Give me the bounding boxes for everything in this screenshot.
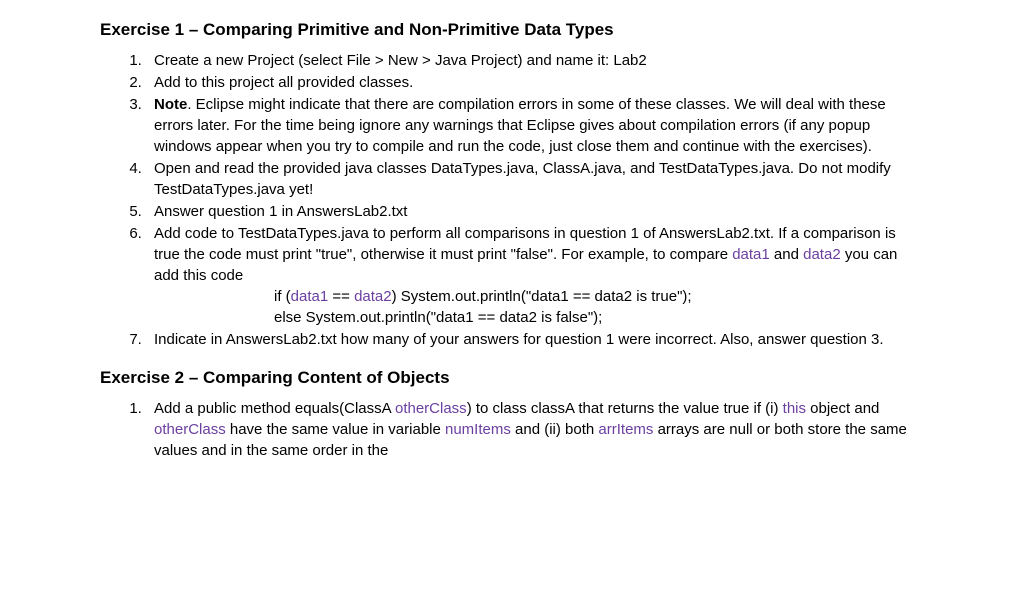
code-text: ) System.out.println("data1 == data2 is …	[392, 288, 692, 305]
list-item: Add code to TestDataTypes.java to perfor…	[146, 223, 924, 328]
code-variable: data1	[732, 246, 770, 263]
exercise1-heading: Exercise 1 – Comparing Primitive and Non…	[100, 18, 924, 42]
item6-text-b: and	[770, 246, 803, 263]
item-text: ) to class classA that returns the value…	[467, 400, 783, 417]
exercise2-list: Add a public method equals(ClassA otherC…	[146, 398, 924, 461]
item-text: object and	[806, 400, 879, 417]
list-item: Answer question 1 in AnswersLab2.txt	[146, 201, 924, 222]
exercise2-heading: Exercise 2 – Comparing Content of Object…	[100, 366, 924, 390]
exercise1-list: Create a new Project (select File > New …	[146, 50, 924, 350]
list-item: Note. Eclipse might indicate that there …	[146, 94, 924, 157]
code-variable: numItems	[445, 421, 511, 438]
note-text: . Eclipse might indicate that there are …	[154, 96, 886, 155]
code-line-2: else System.out.println("data1 == data2 …	[274, 307, 924, 328]
code-variable: data1	[291, 288, 329, 305]
code-variable: data2	[354, 288, 392, 305]
list-item: Add to this project all provided classes…	[146, 72, 924, 93]
code-variable: otherClass	[395, 400, 467, 417]
code-variable: otherClass	[154, 421, 226, 438]
item-text: have the same value in variable	[226, 421, 445, 438]
item-text: and (ii) both	[511, 421, 599, 438]
code-text: if (	[274, 288, 291, 305]
code-line-1: if (data1 == data2) System.out.println("…	[274, 286, 924, 307]
list-item: Indicate in AnswersLab2.txt how many of …	[146, 329, 924, 350]
note-bold: Note	[154, 96, 187, 113]
list-item: Open and read the provided java classes …	[146, 158, 924, 200]
item-text: Add a public method equals(ClassA	[154, 400, 395, 417]
code-text: ==	[328, 288, 354, 305]
code-variable: arrItems	[598, 421, 653, 438]
code-variable: this	[783, 400, 806, 417]
list-item: Add a public method equals(ClassA otherC…	[146, 398, 924, 461]
list-item: Create a new Project (select File > New …	[146, 50, 924, 71]
code-variable: data2	[803, 246, 841, 263]
